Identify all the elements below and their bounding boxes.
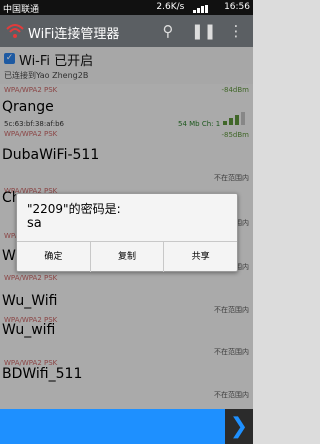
carrier-label: 中国联通 bbox=[3, 5, 40, 15]
wifi-logo-icon bbox=[6, 24, 24, 38]
password-dialog: "2209"的密码是: sa 确定 复制 共享 bbox=[16, 193, 238, 272]
signal-icon bbox=[193, 3, 215, 13]
clock: 16:56 bbox=[224, 2, 250, 12]
app-title: WiFi连接管理器 bbox=[28, 27, 120, 42]
copy-button[interactable]: 复制 bbox=[91, 242, 165, 272]
password-value: sa bbox=[27, 216, 42, 231]
overflow-menu-icon[interactable]: ⋮ bbox=[226, 21, 246, 41]
bottom-bar: ❯ bbox=[0, 409, 253, 444]
search-icon[interactable]: ⚲ bbox=[158, 21, 178, 41]
dialog-title: "2209"的密码是: bbox=[27, 202, 121, 216]
bottom-action-bar[interactable] bbox=[0, 409, 225, 444]
dialog-buttons: 确定 复制 共享 bbox=[17, 241, 237, 272]
app-bar: WiFi连接管理器 ⚲ ❚❚ ⋮ bbox=[0, 15, 253, 47]
status-right: 2.6K/s 16:56 bbox=[156, 2, 250, 13]
ok-button[interactable]: 确定 bbox=[17, 242, 91, 272]
status-bar: 中国联通 2.6K/s 16:56 bbox=[0, 0, 253, 15]
share-button[interactable]: 共享 bbox=[164, 242, 237, 272]
network-speed: 2.6K/s bbox=[156, 2, 185, 12]
pause-icon[interactable]: ❚❚ bbox=[191, 21, 216, 41]
chevron-right-icon[interactable]: ❯ bbox=[225, 409, 253, 444]
